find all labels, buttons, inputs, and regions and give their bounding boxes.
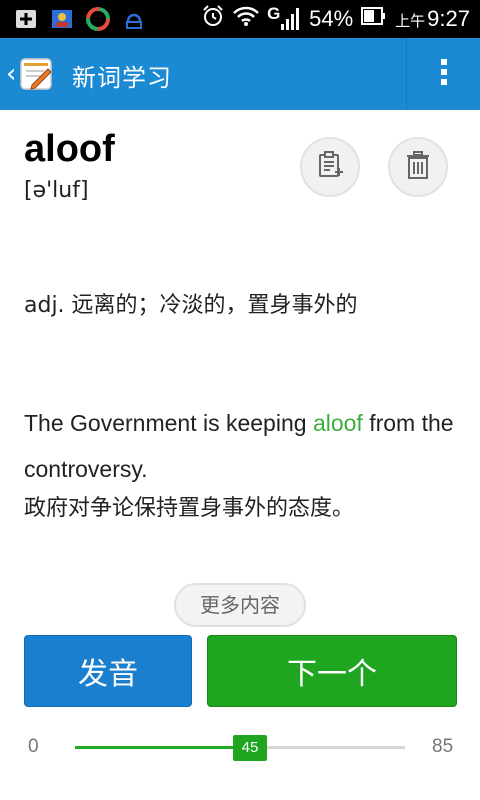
example-highlight: aloof [312,410,363,436]
more-content-button[interactable]: 更多内容 [174,583,306,627]
progress-thumb[interactable]: 45 [233,735,267,761]
progress-min-label: 0 [28,736,39,757]
word-headword: aloof [24,128,115,170]
alarm-icon [201,4,225,34]
clock: 上午9:27 [395,6,470,32]
pronounce-button[interactable]: 发音 [24,635,192,707]
add-to-wordbook-icon [315,150,345,184]
signal-icon: G [267,4,301,32]
next-word-button[interactable]: 下一个 [207,635,457,707]
example-translation: 政府对争论保持置身事外的态度。 [24,496,355,521]
add-box-icon [14,7,38,31]
back-button[interactable]: ‹ [0,38,70,110]
clock-time: 9:27 [427,6,470,31]
action-bar: ‹ 新词学习 [0,38,480,110]
delete-word-button[interactable] [388,137,448,197]
example-sentence: The Government is keeping aloof from the… [24,400,464,492]
sync-app-icon [86,7,110,31]
download-icon [122,7,146,31]
clock-ampm: 上午 [395,12,426,30]
notification-icons [14,7,146,31]
add-to-wordbook-button[interactable] [300,137,360,197]
battery-percent: 54% [309,6,354,31]
overflow-menu-icon [440,57,448,91]
photo-icon [50,7,74,31]
trash-icon [405,150,431,184]
status-bar: G 54% 上午9:27 [0,0,480,38]
system-status: G 54% 上午9:27 [201,4,470,34]
progress-max-label: 85 [432,736,454,757]
battery-icon [361,6,387,32]
network-type: G [267,4,281,23]
example-text-before: The Government is keeping [24,410,313,436]
word-definition: adj. 远离的；冷淡的，置身事外的 [24,293,358,318]
notebook-pencil-icon [18,55,56,93]
word-phonetic: [ə'luf] [24,178,89,203]
progress-fill [75,746,250,749]
wifi-icon [233,5,259,33]
chevron-left-icon: ‹ [6,59,17,89]
page-title: 新词学习 [72,64,172,92]
overflow-menu-button[interactable] [407,38,480,110]
